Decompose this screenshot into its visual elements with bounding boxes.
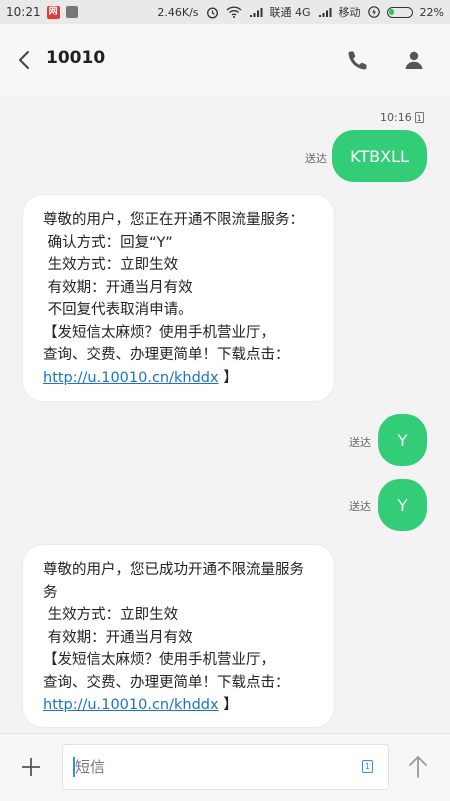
received-message-bubble[interactable]: 尊敬的用户，您正在开通不限流量服务： 确认方式：回复“Y” 生效方式：立即生效 … [23, 195, 334, 401]
message-timestamp: 10:16 1 [380, 111, 424, 124]
message-line: 查询、交费、办理更简单！下载点击： [43, 347, 290, 363]
back-arrow-icon[interactable] [14, 46, 36, 74]
wifi-icon [226, 6, 242, 18]
message-line: 尊敬的用户，您已成功开通不限流量服务 [43, 562, 304, 578]
message-input[interactable] [62, 744, 389, 790]
delivered-label: 送达 [305, 152, 327, 165]
message-line-link: http://u.10010.cn/khddx 】 [43, 694, 316, 717]
message-line: 尊敬的用户，您正在开通不限流量服务： [43, 212, 304, 228]
timestamp-text: 10:16 [380, 111, 412, 124]
alarm-icon [206, 7, 218, 18]
message-line: 不回复代表取消申请。 [43, 302, 193, 318]
sent-message-text: Y [397, 495, 408, 515]
carrier-unicom: 联通 4G [269, 6, 311, 19]
message-line: 确认方式：回复“Y” [43, 234, 173, 251]
message-line: 生效方式：立即生效 [43, 607, 179, 623]
message-line: 【发短信太麻烦？使用手机营业厅， [43, 652, 275, 668]
signal-icon [318, 7, 332, 17]
message-line-link: http://u.10010.cn/khddx 】 [43, 367, 316, 390]
sim-slot-icon: 1 [414, 112, 424, 123]
download-link[interactable]: http://u.10010.cn/khddx [43, 697, 219, 713]
contact-title: 10010 [46, 48, 106, 68]
signal-icon [249, 7, 263, 17]
download-link[interactable]: http://u.10010.cn/khddx [43, 370, 219, 386]
conversation-header: 10010 [0, 24, 450, 96]
text-cursor [73, 757, 75, 777]
contact-person-icon[interactable] [402, 48, 426, 72]
notification-icon [65, 6, 78, 18]
status-bar: 10:21 网 2.46K/s 联通 4G 移动 22% [0, 0, 450, 24]
message-line: 有效期：开通当月有效 [43, 279, 193, 296]
message-line: 生效方式：立即生效 [43, 257, 179, 273]
received-message-bubble[interactable]: 尊敬的用户，您已成功开通不限流量服务 务 生效方式：立即生效 有效期：开通当月有… [23, 545, 334, 727]
bracket-close: 】 [218, 369, 238, 386]
sent-message-bubble[interactable]: Y [378, 414, 427, 466]
net-speed: 2.46K/s [157, 5, 199, 19]
sim-select-icon[interactable]: 1 [362, 760, 373, 773]
sent-message-bubble[interactable]: Y [378, 479, 427, 531]
delivered-label: 送达 [349, 500, 371, 513]
phone-icon[interactable] [346, 48, 370, 72]
message-line: 查询、交费、办理更简单！下载点击： [43, 674, 290, 691]
message-line: 有效期：开通当月有效 [43, 629, 193, 646]
sent-message-text: Y [397, 430, 408, 450]
delivered-label: 送达 [349, 436, 371, 449]
sent-message-bubble[interactable]: KTBXLL [332, 130, 427, 182]
plus-icon[interactable] [20, 756, 42, 778]
send-arrow-icon[interactable] [406, 754, 430, 780]
composer-bar: 1 [0, 733, 450, 801]
bracket-close: 】 [218, 697, 238, 713]
sent-message-text: KTBXLL [350, 146, 409, 166]
message-line: 务 [43, 584, 58, 601]
battery-level: 22% [419, 5, 444, 19]
message-line: 【发短信太麻烦？使用手机营业厅， [43, 324, 275, 341]
carrier-mobile: 移动 [338, 6, 361, 19]
status-time: 10:21 [6, 5, 41, 19]
netease-app-icon: 网 [46, 5, 60, 19]
charging-icon [367, 6, 380, 18]
battery-icon [386, 6, 413, 18]
